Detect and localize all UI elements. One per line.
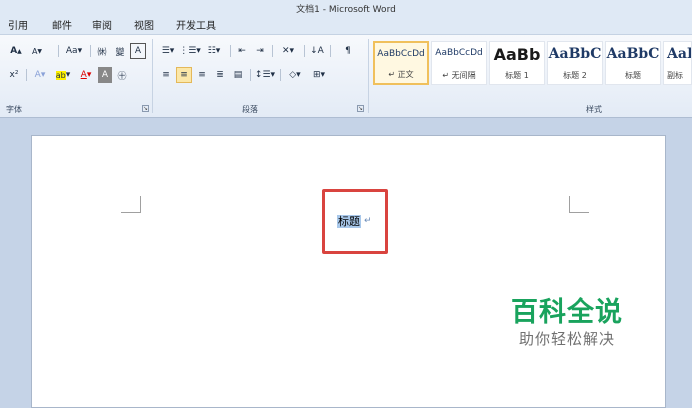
style-name: 标题 xyxy=(625,71,641,80)
font-dialog-launcher[interactable]: ↘ xyxy=(142,105,149,112)
style-name: 副标 xyxy=(667,71,683,80)
style-subtitle[interactable]: AaB 副标 xyxy=(663,41,692,85)
enclosed-char-icon[interactable]: ㊉ xyxy=(114,67,130,83)
align-right-icon[interactable]: ≡ xyxy=(194,67,210,83)
style-heading-2[interactable]: AaBbC 标题 2 xyxy=(547,41,603,85)
text-effects-button[interactable]: A▾ xyxy=(30,67,50,83)
margin-corner-top-left xyxy=(121,196,141,213)
show-marks-icon[interactable]: ¶ xyxy=(340,43,356,59)
justify-icon[interactable]: ≣ xyxy=(212,67,228,83)
character-shading-button[interactable]: A xyxy=(98,67,112,83)
document-area[interactable]: 标题 ↵ 百科全说 助你轻松解决 xyxy=(0,118,692,408)
font-group-label: 字体 xyxy=(6,105,22,114)
tab-references[interactable]: 引用 xyxy=(8,17,28,32)
separator xyxy=(58,45,59,57)
numbering-button[interactable]: ⋮☰▾ xyxy=(179,43,201,59)
style-sample: AaBbC xyxy=(548,46,602,62)
separator xyxy=(250,69,251,81)
tab-view[interactable]: 视图 xyxy=(134,17,154,32)
style-sample: AaB xyxy=(667,46,691,62)
highlight-color-button[interactable]: ab ▾ xyxy=(52,67,74,83)
increase-indent-icon[interactable]: ⇥ xyxy=(252,43,268,59)
center-align-icon[interactable]: ≡ xyxy=(176,67,192,83)
separator xyxy=(272,45,273,57)
line-spacing-button[interactable]: ↕☰▾ xyxy=(254,67,276,83)
ribbon-tabs: 引用 邮件 审阅 视图 开发工具 xyxy=(0,13,692,34)
group-separator xyxy=(368,39,369,113)
style-normal[interactable]: AaBbCcDd ↵ 正文 xyxy=(373,41,429,85)
style-sample: AaBb xyxy=(493,45,541,64)
highlight-box xyxy=(322,189,388,254)
margin-corner-top-right xyxy=(569,196,589,213)
ribbon: A ▲ A ▼ Aa▾ ㉁ 變 A x² A▾ ab ▾ A ▾ A ㊉ 字体 ↘ ☰▾… xyxy=(0,34,692,118)
style-name: 标题 2 xyxy=(563,71,587,80)
watermark: 百科全说 助你轻松解决 xyxy=(487,298,647,350)
tab-developer[interactable]: 开发工具 xyxy=(176,17,216,32)
separator xyxy=(280,69,281,81)
borders-button[interactable]: ⊞▾ xyxy=(308,67,330,83)
align-left-icon[interactable]: ≡ xyxy=(158,67,174,83)
separator xyxy=(330,45,331,57)
grow-font-button[interactable]: A ▲ xyxy=(6,43,26,59)
shading-button[interactable]: ◇▾ xyxy=(284,67,306,83)
watermark-subtitle: 助你轻松解决 xyxy=(518,330,615,348)
distributed-icon[interactable]: ▤ xyxy=(230,67,246,83)
font-color-button[interactable]: A ▾ xyxy=(76,67,96,83)
style-sample: AaBbC xyxy=(606,46,660,62)
asian-layout-button[interactable]: ✕▾ xyxy=(276,43,300,59)
enclose-characters-icon[interactable]: 變 xyxy=(112,43,128,59)
separator xyxy=(304,45,305,57)
style-name: 标题 1 xyxy=(505,71,529,80)
character-border-button[interactable]: A xyxy=(130,43,146,59)
separator xyxy=(26,69,27,81)
paragraph-dialog-launcher[interactable]: ↘ xyxy=(357,105,364,112)
title-bar: 文档1 - Microsoft Word xyxy=(0,0,692,15)
phonetic-guide-icon[interactable]: ㉁ xyxy=(94,43,110,59)
bullets-button[interactable]: ☰▾ xyxy=(158,43,178,59)
style-heading-1[interactable]: AaBb 标题 1 xyxy=(489,41,545,85)
style-name: ↵ 正文 xyxy=(388,70,414,79)
tab-mailings[interactable]: 邮件 xyxy=(52,17,72,32)
superscript-button[interactable]: x² xyxy=(6,67,22,83)
style-title[interactable]: AaBbC 标题 xyxy=(605,41,661,85)
multilevel-list-button[interactable]: ☷▾ xyxy=(202,43,226,59)
decrease-indent-icon[interactable]: ⇤ xyxy=(234,43,250,59)
separator xyxy=(90,45,91,57)
separator xyxy=(230,45,231,57)
style-name: ↵ 无间隔 xyxy=(442,71,476,80)
sort-icon[interactable]: ↓A xyxy=(308,43,326,59)
styles-group-label: 样式 xyxy=(586,105,602,114)
change-case-button[interactable]: Aa▾ xyxy=(62,43,86,59)
group-separator xyxy=(152,39,153,113)
style-no-spacing[interactable]: AaBbCcDd ↵ 无间隔 xyxy=(431,41,487,85)
shrink-font-button[interactable]: A ▼ xyxy=(28,43,46,59)
tab-review[interactable]: 审阅 xyxy=(92,17,112,32)
paragraph-group-label: 段落 xyxy=(242,105,258,114)
watermark-title: 百科全说 xyxy=(511,297,623,328)
style-sample: AaBbCcDd xyxy=(435,48,483,58)
style-sample: AaBbCcDd xyxy=(377,49,425,59)
document-page[interactable]: 标题 ↵ xyxy=(31,135,666,408)
